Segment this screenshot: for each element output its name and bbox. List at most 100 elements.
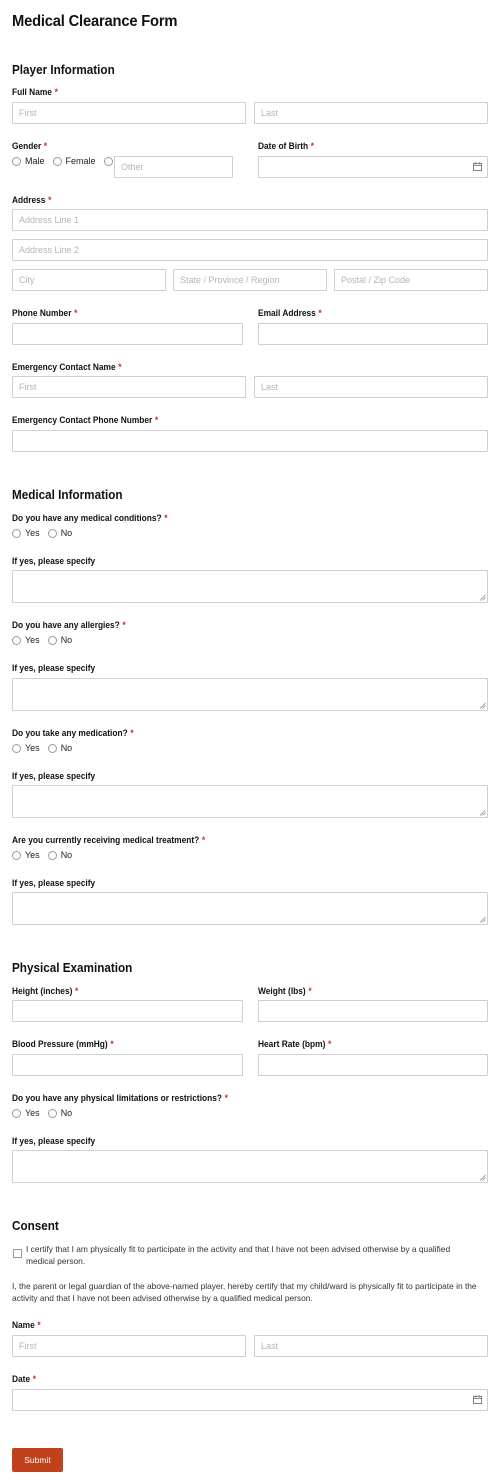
height-label: Height (inches) * [12,986,79,997]
resize-handle-icon[interactable] [479,702,486,709]
radio-button[interactable] [103,156,113,166]
heart-rate-input[interactable] [258,1054,488,1076]
option-no[interactable]: No [47,635,72,645]
weight-label: Weight (lbs) * [258,986,312,997]
address-label: Address * [12,195,52,206]
resize-handle-icon[interactable] [479,809,486,816]
limitations-textarea-wrap [12,1150,488,1183]
radio-button[interactable] [12,1108,21,1118]
limitations-options: Yes No [12,1108,80,1118]
treatment-textarea-wrap [12,892,488,925]
medication-textarea[interactable] [12,785,488,818]
emergency-phone-label: Emergency Contact Phone Number * [12,415,159,426]
specify-label: If yes, please specify [12,556,96,567]
option-no[interactable]: No [47,743,72,753]
radio-button[interactable] [47,850,57,860]
section-title-player: Player Information [12,62,115,77]
allergies-label: Do you have any allergies? * [12,620,126,631]
form-title: Medical Clearance Form [12,13,178,30]
option-no[interactable]: No [47,1108,72,1118]
section-title-medical: Medical Information [12,487,123,502]
medication-options: Yes No [12,743,80,753]
radio-button[interactable] [47,743,57,753]
consent-date-input[interactable] [12,1389,488,1411]
section-title-physical: Physical Examination [12,960,133,975]
gender-other-input[interactable] [114,156,233,178]
email-label: Email Address * [258,308,322,319]
full-name-first-input[interactable] [12,102,246,124]
blood-pressure-input[interactable] [12,1054,243,1076]
state-input[interactable] [173,269,327,291]
allergies-options: Yes No [12,635,80,645]
calendar-icon[interactable] [473,162,482,171]
medical-conditions-textarea-wrap [12,570,488,603]
emergency-name-label: Emergency Contact Name * [12,362,122,373]
consent-name-label: Name * [12,1320,41,1331]
radio-button[interactable] [12,743,21,753]
gender-option-female[interactable]: Female [52,156,96,166]
option-yes[interactable]: Yes [12,850,40,860]
radio-button[interactable] [12,635,21,645]
guardian-statement: I, the parent or legal guardian of the a… [12,1281,477,1303]
phone-input[interactable] [12,323,243,345]
city-input[interactable] [12,269,166,291]
emergency-phone-input[interactable] [12,430,488,452]
email-input[interactable] [258,323,488,345]
radio-button[interactable] [12,850,21,860]
option-yes[interactable]: Yes [12,528,40,538]
specify-label: If yes, please specify [12,771,96,782]
gender-options: Male Female [12,156,121,166]
resize-handle-icon[interactable] [479,1174,486,1181]
resize-handle-icon[interactable] [479,594,486,601]
specify-label: If yes, please specify [12,663,96,674]
option-yes[interactable]: Yes [12,743,40,753]
emergency-last-input[interactable] [254,376,488,398]
allergies-textarea[interactable] [12,678,488,711]
dob-input[interactable] [258,156,488,178]
weight-input[interactable] [258,1000,488,1022]
consent-first-input[interactable] [12,1335,246,1357]
medical-conditions-textarea[interactable] [12,570,488,603]
phone-label: Phone Number * [12,308,78,319]
height-input[interactable] [12,1000,243,1022]
allergies-textarea-wrap [12,678,488,711]
consent-last-input[interactable] [254,1335,488,1357]
resize-handle-icon[interactable] [479,916,486,923]
radio-button[interactable] [47,528,57,538]
calendar-icon[interactable] [473,1395,482,1404]
zip-input[interactable] [334,269,488,291]
radio-button[interactable] [12,528,21,538]
option-yes[interactable]: Yes [12,635,40,645]
limitations-textarea[interactable] [12,1150,488,1183]
submit-button[interactable]: Submit [12,1448,63,1472]
option-no[interactable]: No [47,528,72,538]
medication-label: Do you take any medication? * [12,728,134,739]
consent-checkbox[interactable] [13,1249,22,1258]
address-line2-input[interactable] [12,239,488,261]
option-yes[interactable]: Yes [12,1108,40,1118]
dob-label: Date of Birth * [258,141,315,152]
radio-button[interactable] [52,156,62,166]
gender-option-other[interactable] [103,156,113,166]
radio-button[interactable] [12,156,21,166]
medical-conditions-label: Do you have any medical conditions? * [12,513,168,524]
section-title-consent: Consent [12,1218,59,1233]
consent-date-label: Date * [12,1374,37,1385]
gender-label: Gender * [12,141,48,152]
treatment-textarea[interactable] [12,892,488,925]
radio-button[interactable] [47,1108,57,1118]
gender-option-male[interactable]: Male [12,156,45,166]
treatment-options: Yes No [12,850,80,860]
emergency-first-input[interactable] [12,376,246,398]
medication-textarea-wrap [12,785,488,818]
specify-label: If yes, please specify [12,878,96,889]
heart-rate-label: Heart Rate (bpm) * [258,1039,332,1050]
radio-button[interactable] [47,635,57,645]
specify-label: If yes, please specify [12,1136,96,1147]
full-name-last-input[interactable] [254,102,488,124]
address-line1-input[interactable] [12,209,488,231]
option-no[interactable]: No [47,850,72,860]
treatment-label: Are you currently receiving medical trea… [12,835,206,846]
limitations-label: Do you have any physical limitations or … [12,1093,228,1104]
blood-pressure-label: Blood Pressure (mmHg) * [12,1039,114,1050]
